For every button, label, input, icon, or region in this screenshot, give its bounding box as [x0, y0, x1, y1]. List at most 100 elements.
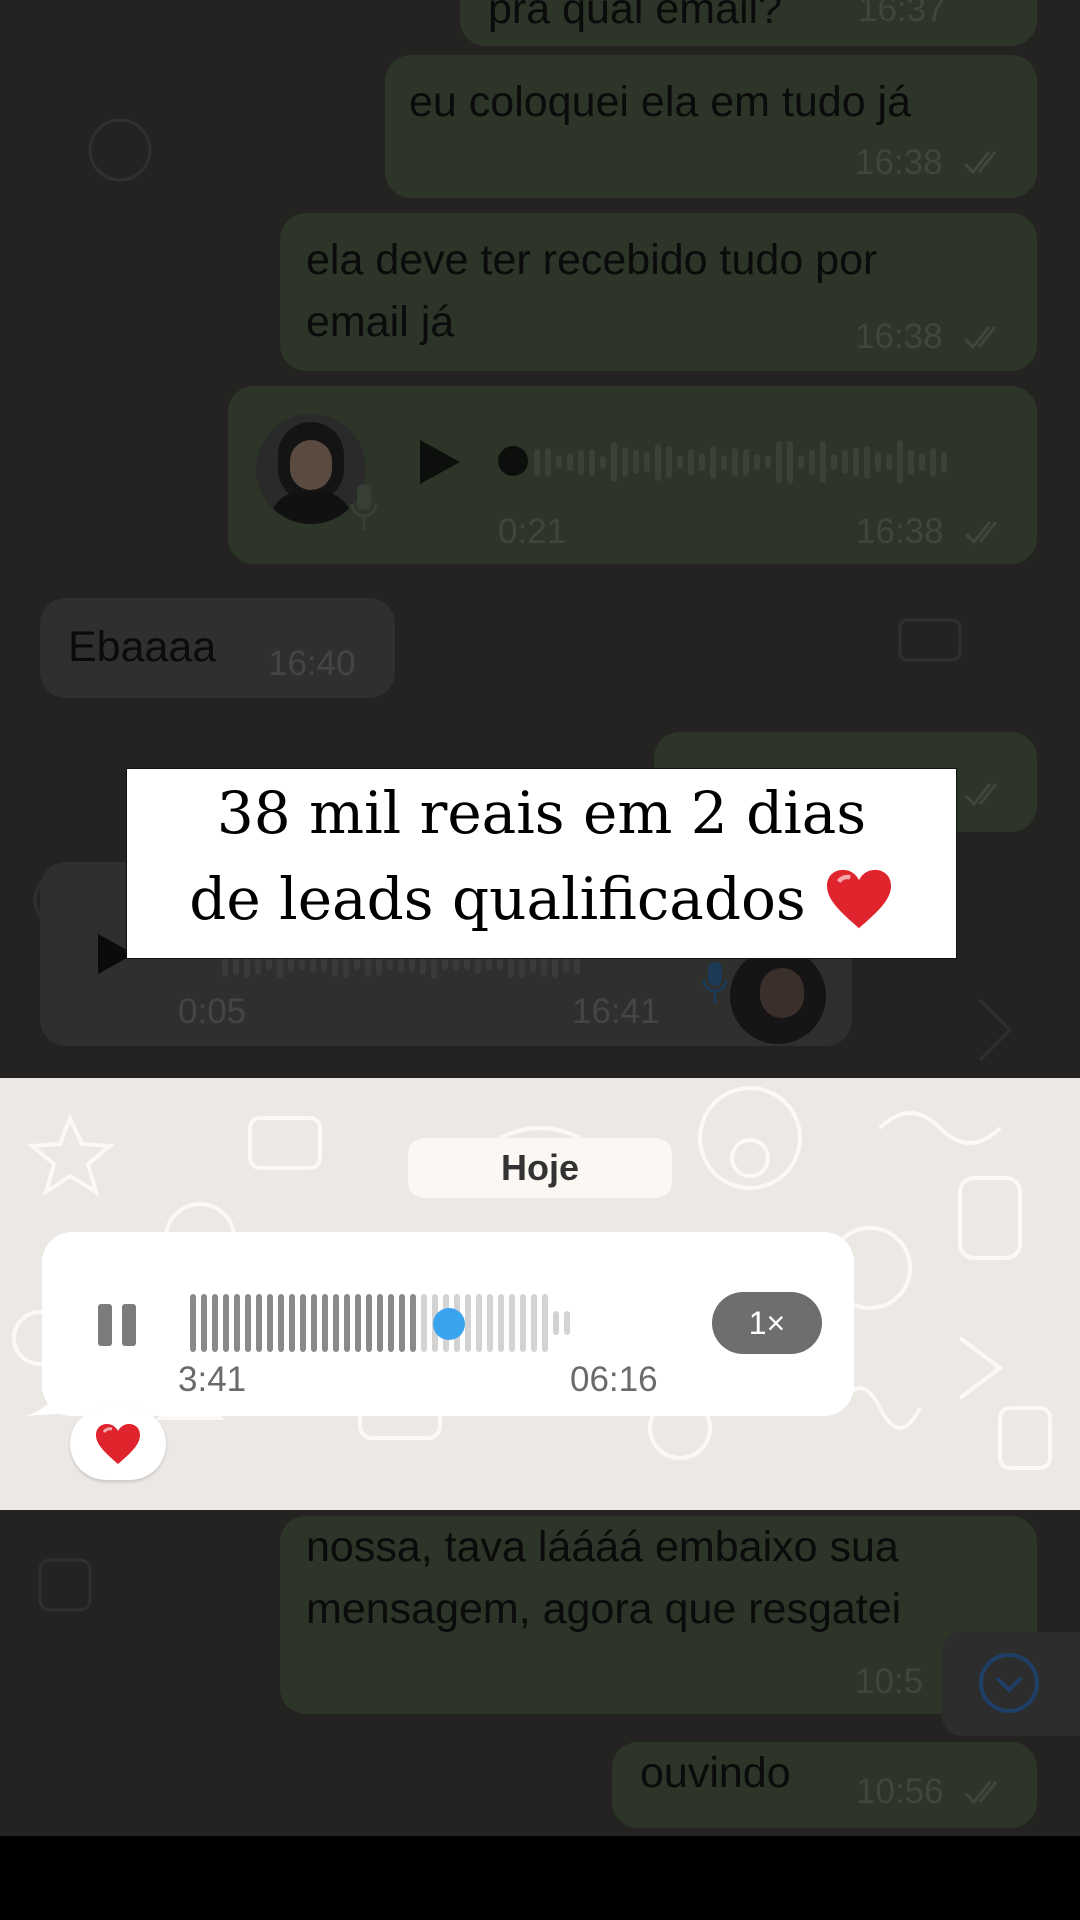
waveform-bar: [853, 447, 859, 477]
waveform-bar: [699, 453, 705, 471]
message-time: 16:41: [572, 992, 660, 1031]
waveform-bar: [553, 1311, 559, 1335]
message-time: 16:38: [855, 143, 943, 182]
waveform-bar: [578, 449, 584, 475]
voice-message-outgoing[interactable]: 0:21 16:38: [228, 386, 1037, 564]
total-time: 06:16: [570, 1360, 658, 1399]
message-text: Ebaaaa: [68, 623, 217, 671]
message-text: pra qual email?: [488, 0, 783, 33]
read-ticks-icon: [963, 151, 997, 175]
waveform-bar: [809, 449, 815, 475]
waveform-bar: [908, 449, 914, 475]
progress-dot[interactable]: [498, 446, 528, 476]
read-ticks-icon: [964, 783, 998, 807]
read-ticks-icon: [964, 521, 998, 545]
waveform-bar: [743, 448, 749, 476]
message-text-line: nossa, tava láááá embaixo sua: [306, 1523, 899, 1571]
waveform[interactable]: [190, 1292, 570, 1354]
waveform-bar: [875, 452, 881, 472]
reaction-badge[interactable]: [70, 1408, 166, 1480]
playback-speed-button[interactable]: 1×: [712, 1292, 822, 1354]
waveform-bar: [864, 445, 870, 479]
pause-icon[interactable]: [96, 1304, 140, 1346]
waveform-bar: [589, 448, 595, 476]
waveform-bar: [223, 1294, 229, 1352]
avatar: [730, 948, 826, 1044]
waveform-bar: [765, 456, 771, 468]
waveform-bar: [509, 1294, 515, 1352]
waveform-bar: [266, 958, 272, 970]
play-icon[interactable]: [418, 438, 462, 486]
waveform-bar: [611, 442, 617, 482]
waveform-bar: [486, 958, 492, 970]
waveform-bar: [498, 1294, 504, 1352]
waveform-bar: [311, 1294, 317, 1352]
waveform-bar: [476, 1294, 482, 1352]
waveform-bar: [556, 455, 562, 469]
waveform-bar: [798, 455, 804, 469]
message-time: 16:40: [268, 644, 356, 683]
waveform-bar: [886, 454, 892, 470]
waveform-bar: [666, 446, 672, 478]
waveform-bar: [710, 445, 716, 479]
waveform[interactable]: [534, 434, 947, 490]
message-time: 10:5: [855, 1662, 924, 1701]
waveform-bar: [464, 958, 470, 970]
waveform-bar: [930, 447, 936, 477]
scroll-down-button[interactable]: [942, 1632, 1080, 1736]
waveform-bar: [497, 958, 503, 970]
message-text-line: ela deve ter recebido tudo por: [306, 236, 878, 284]
waveform-bar: [531, 1294, 537, 1352]
waveform-bar: [245, 1294, 251, 1352]
message-time: 16:37: [858, 0, 946, 29]
waveform-bar: [299, 958, 305, 970]
waveform-bar: [542, 1294, 548, 1352]
waveform-bar: [399, 1294, 405, 1352]
voice-duration: 0:21: [498, 512, 567, 551]
mic-icon: [350, 484, 378, 530]
waveform-bar: [212, 1294, 218, 1352]
heart-icon: [96, 1424, 140, 1464]
waveform-bar: [534, 448, 540, 476]
message-bubble-outgoing[interactable]: eu coloquei ela em tudo já 16:38: [385, 55, 1037, 198]
caption-line-2: de leads qualificados: [189, 865, 806, 933]
waveform-bar: [322, 1294, 328, 1352]
message-bubble-outgoing[interactable]: ela deve ter recebido tudo por email já …: [280, 213, 1037, 371]
message-bubble-outgoing[interactable]: nossa, tava láááá embaixo sua mensagem, …: [280, 1516, 1037, 1714]
waveform-bar: [256, 1294, 262, 1352]
waveform-bar: [776, 441, 782, 483]
waveform-bar: [633, 450, 639, 474]
waveform-bar: [622, 447, 628, 477]
message-bubble-outgoing[interactable]: ouvindo 10:56: [612, 1742, 1037, 1828]
read-ticks-icon: [963, 326, 997, 350]
waveform-bar: [278, 1294, 284, 1352]
overlay-caption: 38 mil reais em 2 dias de leads qualific…: [126, 768, 957, 959]
waveform-bar: [201, 1294, 207, 1352]
waveform-bar: [831, 454, 837, 470]
waveform-bar: [600, 455, 606, 469]
waveform-bar: [941, 451, 947, 473]
waveform-bar: [421, 1294, 427, 1352]
read-ticks-icon: [964, 1781, 998, 1805]
waveform-bar: [267, 1294, 273, 1352]
message-time: 10:56: [856, 1772, 944, 1811]
progress-dot[interactable]: [433, 1308, 466, 1340]
chevron-down-icon: [979, 1653, 1039, 1713]
waveform-bar: [564, 1311, 570, 1335]
date-chip: Hoje: [408, 1138, 672, 1198]
waveform-bar: [442, 958, 448, 970]
waveform-bar: [644, 452, 650, 472]
waveform-bar: [333, 1294, 339, 1352]
waveform-bar: [655, 443, 661, 481]
waveform-bar: [355, 1294, 361, 1352]
message-bubble-partial[interactable]: pra qual email? 16:37: [460, 0, 1037, 46]
waveform-bar: [354, 958, 360, 970]
waveform-bar: [289, 1294, 295, 1352]
chat-screen: pra qual email? 16:37 eu coloquei ela em…: [0, 0, 1080, 1836]
waveform-bar: [387, 958, 393, 970]
message-bubble-incoming[interactable]: Ebaaaa 16:40: [40, 598, 395, 698]
waveform-bar: [732, 447, 738, 477]
waveform-bar: [754, 454, 760, 470]
waveform-bar: [545, 447, 551, 477]
waveform-bar: [820, 441, 826, 483]
